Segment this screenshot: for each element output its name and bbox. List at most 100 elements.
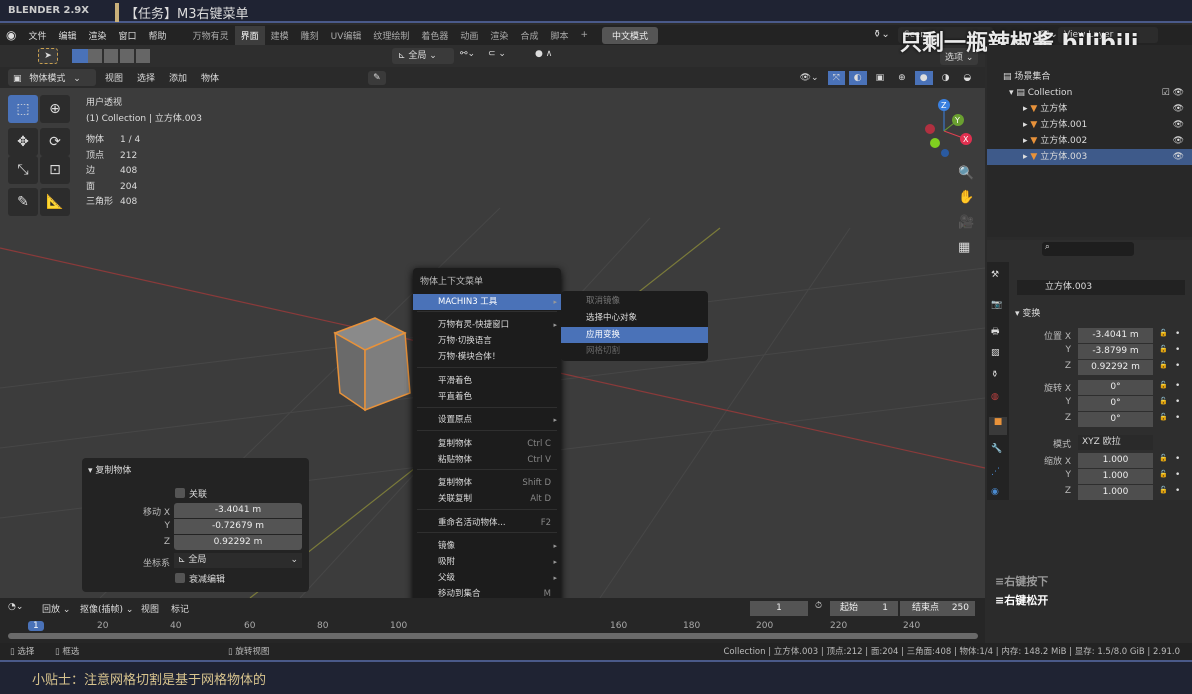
modifier-tab-icon[interactable]: 🔧 <box>991 444 1002 454</box>
rotation-mode-select[interactable]: XYZ 欧拉 <box>1078 435 1153 450</box>
rotation-z-field[interactable]: 0° <box>1078 412 1153 427</box>
pan-hand-icon[interactable]: ✋ <box>958 190 974 205</box>
scale-y-field[interactable]: 1.000 <box>1078 469 1153 484</box>
context-menu-item[interactable]: 重命名活动物体... F2 <box>413 515 561 531</box>
menu-edit[interactable]: 编辑 <box>53 29 83 42</box>
scale-z-field[interactable]: 1.000 <box>1078 485 1153 500</box>
tool-tab-icon[interactable]: ⚒ <box>991 270 999 280</box>
physics-tab-icon[interactable]: ◉ <box>991 487 999 497</box>
timeline-view-menu[interactable]: 视图 <box>141 602 159 615</box>
marker-menu[interactable]: 标记 <box>171 602 189 615</box>
navigation-gizmo[interactable]: Z Y X <box>910 93 980 163</box>
tab-scripting[interactable]: 脚本 <box>544 26 574 45</box>
context-menu-item[interactable]: 复制物体 Ctrl C <box>413 436 561 452</box>
outliner-collection[interactable]: ▾ ▤ Collection ☑ 👁 <box>987 85 1192 101</box>
xray-icon[interactable]: ▣ <box>871 71 890 85</box>
lock-icon[interactable]: 🔓 <box>1159 486 1169 494</box>
move-y-field[interactable]: -0.72679 m <box>174 519 302 534</box>
timeline-scrollbar[interactable] <box>8 633 978 639</box>
playback-menu[interactable]: 回放 ⌄ <box>42 602 70 615</box>
add-workspace-button[interactable]: + <box>574 27 594 43</box>
keyframe-dot-icon[interactable]: • <box>1175 454 1181 464</box>
lock-icon[interactable]: 🔓 <box>1159 381 1169 389</box>
menu-select[interactable]: 选择 <box>132 69 160 86</box>
context-menu-item[interactable]: 吸附 ▸ <box>413 554 561 570</box>
scene-tab-icon[interactable]: ⚱ <box>991 370 999 380</box>
context-menu-item[interactable]: 镜像 ▸ <box>413 538 561 554</box>
select-tool-icon[interactable]: ➤ <box>38 48 58 64</box>
lock-icon[interactable]: 🔓 <box>1159 329 1169 337</box>
menu-help[interactable]: 帮助 <box>143 29 173 42</box>
lock-icon[interactable]: 🔓 <box>1159 345 1169 353</box>
location-x-field[interactable]: -3.4041 m <box>1078 328 1153 343</box>
select-box-tool[interactable]: ⬚ <box>8 95 38 123</box>
rotation-x-field[interactable]: 0° <box>1078 380 1153 395</box>
submenu-unmirror[interactable]: 取消镜像 <box>561 293 708 309</box>
context-menu-item[interactable]: 万物有灵-快捷窗口 ▸ <box>413 317 561 333</box>
outliner-object[interactable]: ▸ ▼ 立方体.002 👁 <box>987 133 1192 149</box>
shading-solid-icon[interactable]: ● <box>914 70 933 85</box>
shading-material-icon[interactable]: ◑ <box>937 71 955 85</box>
lock-icon[interactable]: 🔓 <box>1159 454 1169 462</box>
tab-texture-paint[interactable]: 纹理绘制 <box>367 26 415 45</box>
context-menu-item[interactable]: 设置原点 ▸ <box>413 412 561 428</box>
snap-icon[interactable]: ⊂ ⌄ <box>488 49 506 59</box>
tab-wanwu[interactable]: 万物有灵 <box>187 26 235 45</box>
annotate-tool[interactable]: ✎ <box>8 188 38 216</box>
tab-sculpt[interactable]: 雕刻 <box>295 26 325 45</box>
overlay-toggle-icon[interactable]: ◐ <box>848 70 867 85</box>
outliner-object-selected[interactable]: ▸ ▼ 立方体.003 👁 <box>987 149 1192 165</box>
location-z-field[interactable]: 0.92292 m <box>1078 360 1153 375</box>
proportional-checkbox[interactable] <box>175 573 185 583</box>
menu-object[interactable]: 物体 <box>196 69 224 86</box>
context-menu-item[interactable]: MACHIN3 工具 ▸ <box>413 294 561 310</box>
location-y-field[interactable]: -3.8799 m <box>1078 344 1153 359</box>
scale-tool[interactable]: ⤡ <box>8 156 38 184</box>
stopwatch-icon[interactable]: ⏱ <box>815 601 822 611</box>
context-menu-item[interactable]: 万物·模块合体！ <box>413 349 561 365</box>
zoom-icon[interactable]: 🔍 <box>958 166 974 181</box>
properties-search[interactable]: ⌕ <box>1042 242 1134 256</box>
transform-tool[interactable]: ⊡ <box>40 156 70 184</box>
keying-menu[interactable]: 抠像(插帧) ⌄ <box>80 602 133 615</box>
lock-icon[interactable]: 🔓 <box>1159 361 1169 369</box>
gizmo-toggle-icon[interactable]: ⤧ <box>827 70 845 85</box>
redo-panel-title[interactable]: ▾ 复制物体 <box>88 463 131 476</box>
select-mode-icons[interactable] <box>72 49 152 63</box>
keyframe-dot-icon[interactable]: • <box>1175 470 1181 480</box>
keyframe-dot-icon[interactable]: • <box>1175 413 1181 423</box>
keyframe-dot-icon[interactable]: • <box>1175 486 1181 496</box>
timeline-editor-icon[interactable]: ◔⌄ <box>8 602 23 612</box>
keyframe-dot-icon[interactable]: • <box>1175 329 1181 339</box>
world-tab-icon[interactable]: ◍ <box>991 392 999 402</box>
measure-tool[interactable]: 📐 <box>40 188 70 216</box>
context-menu-item[interactable]: 万物·切换语言 <box>413 333 561 349</box>
start-frame-field[interactable]: 起始 1 <box>830 601 898 616</box>
context-menu-item[interactable]: 粘贴物体 Ctrl V <box>413 452 561 468</box>
scale-x-field[interactable]: 1.000 <box>1078 453 1153 468</box>
tab-modeling[interactable]: 建模 <box>265 26 295 45</box>
perspective-grid-icon[interactable]: ▦ <box>958 240 970 255</box>
linked-checkbox[interactable] <box>175 488 185 498</box>
outliner-scene-collection[interactable]: ▤ 场景集合 <box>987 69 1192 85</box>
playhead[interactable]: 1 <box>28 621 44 631</box>
output-tab-icon[interactable]: 🖶 <box>991 324 1000 340</box>
lock-icon[interactable]: 🔓 <box>1159 397 1169 405</box>
object-tab-icon[interactable]: ■ <box>989 417 1007 435</box>
orientation-select[interactable]: ⊾ 全局 ⌄ <box>392 48 454 64</box>
keyframe-dot-icon[interactable]: • <box>1175 361 1181 371</box>
submenu-mesh-cut[interactable]: 网格切割 <box>561 343 708 359</box>
move-z-field[interactable]: 0.92292 m <box>174 535 302 550</box>
submenu-select-center[interactable]: 选择中心对象 <box>561 310 708 326</box>
lock-icon[interactable]: 🔓 <box>1159 470 1169 478</box>
current-frame-field[interactable]: 1 <box>750 601 808 616</box>
particles-tab-icon[interactable]: ⋰ <box>991 467 1000 477</box>
transform-section[interactable]: ▾ 变换 <box>1015 306 1040 319</box>
shading-render-icon[interactable]: ◒ <box>958 71 976 85</box>
outliner-object[interactable]: ▸ ▼ 立方体.001 👁 <box>987 117 1192 133</box>
context-menu-item[interactable]: 关联复制 Alt D <box>413 491 561 507</box>
shading-wire-icon[interactable]: ⊕ <box>893 71 911 85</box>
lock-icon[interactable]: 🔓 <box>1159 413 1169 421</box>
cursor-tool[interactable]: ⊕ <box>40 95 70 123</box>
end-frame-field[interactable]: 结束点 250 <box>900 601 975 616</box>
